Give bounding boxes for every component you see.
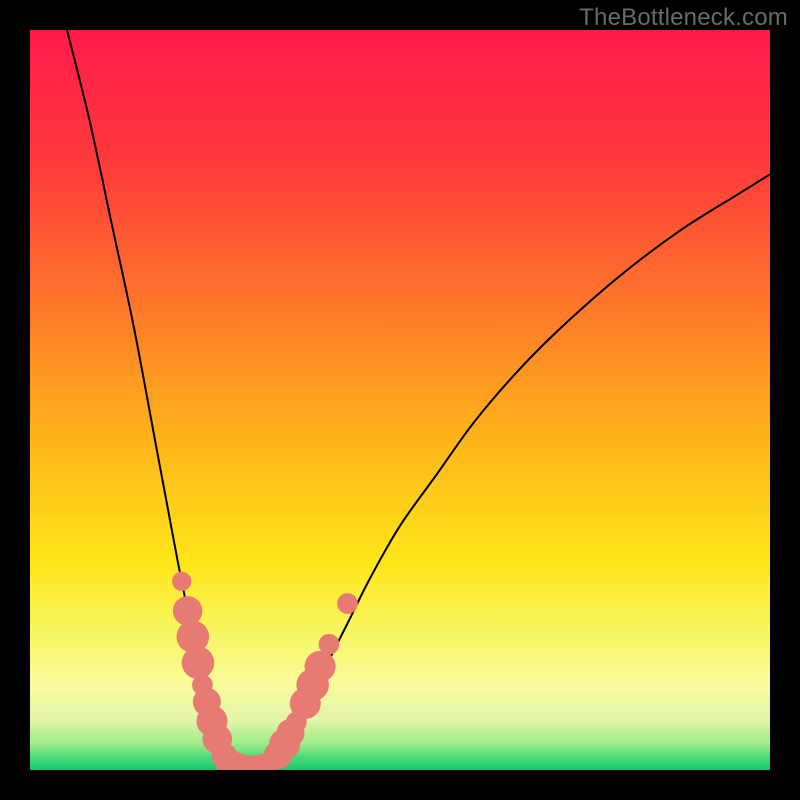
watermark-text: TheBottleneck.com [579, 4, 788, 32]
plot-area [30, 30, 770, 770]
scatter-dot [319, 634, 340, 655]
outer-frame: TheBottleneck.com [0, 0, 800, 800]
curve-right-branch [265, 174, 770, 768]
scatter-dot [305, 651, 336, 682]
scatter-dot [337, 593, 358, 614]
curve-layer [30, 30, 770, 770]
scatter-dot [182, 646, 215, 679]
scatter-dots [172, 572, 358, 770]
scatter-dot [173, 596, 203, 626]
scatter-dot [172, 572, 191, 591]
